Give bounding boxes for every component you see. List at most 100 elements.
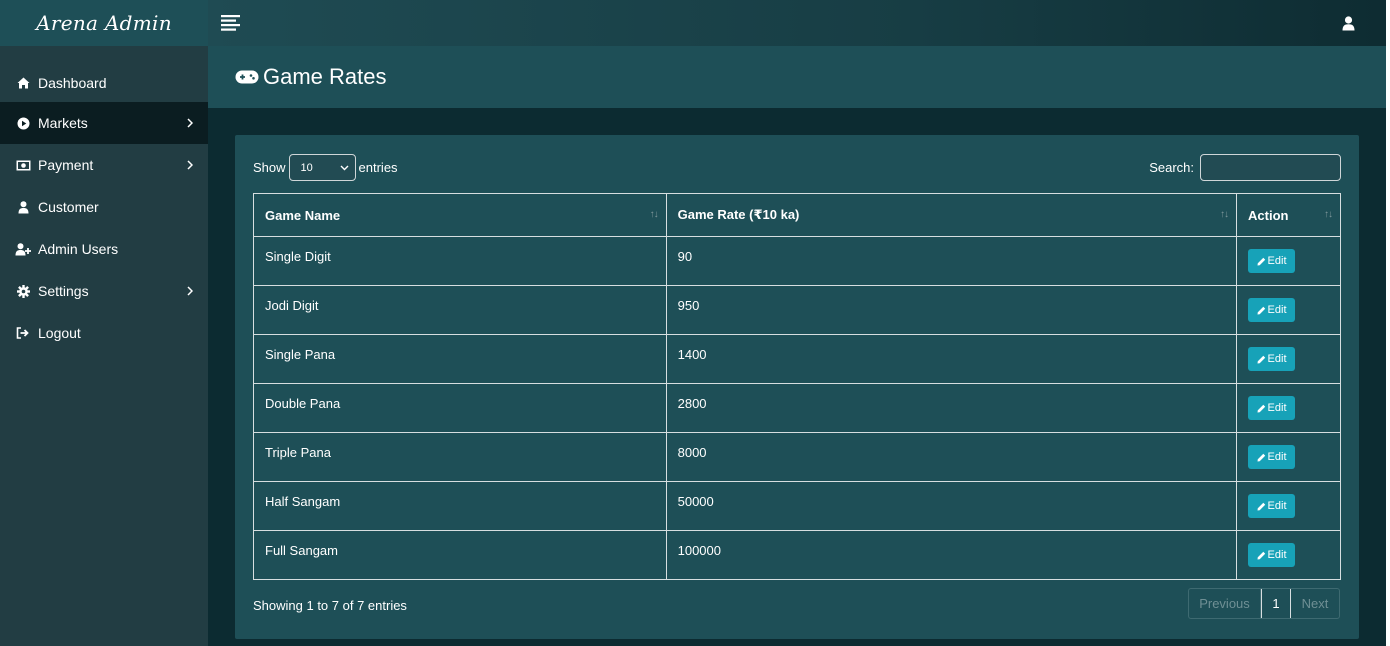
sidebar-nav: Dashboard Markets Payment Customer Admin…	[0, 46, 208, 354]
game-rate-cell: 1400	[665, 334, 1238, 384]
sidebar-item-label: Admin Users	[38, 241, 119, 257]
action-cell: Edit	[1236, 530, 1341, 580]
pagination: Previous 1 Next	[1188, 588, 1340, 619]
table-row: Single Digit 90 Edit	[253, 236, 1341, 286]
game-rates-table: Game Name ↑↓ Game Rate (₹10 ka) ↑↓ Actio…	[253, 193, 1341, 580]
table-row: Full Sangam 100000 Edit	[253, 530, 1341, 580]
search-input[interactable]	[1200, 154, 1341, 181]
previous-page-button[interactable]: Previous	[1189, 589, 1261, 618]
sidebar-item-admin-users[interactable]: Admin Users	[0, 228, 208, 270]
user-menu-icon[interactable]	[1342, 16, 1356, 32]
sidebar: Arena Admin Dashboard Markets Payment Cu…	[0, 0, 208, 646]
chevron-right-icon	[185, 116, 195, 130]
action-cell: Edit	[1236, 383, 1341, 433]
action-cell: Edit	[1236, 334, 1341, 384]
next-page-button[interactable]: Next	[1291, 589, 1339, 618]
edit-button[interactable]: Edit	[1248, 298, 1296, 322]
sidebar-item-label: Settings	[38, 283, 89, 299]
pencil-icon	[1257, 551, 1266, 560]
game-rate-cell: 2800	[665, 383, 1238, 433]
entries-per-page-value: 10	[300, 161, 313, 174]
action-cell: Edit	[1236, 285, 1341, 335]
show-label: Show	[253, 160, 286, 175]
sidebar-item-payment[interactable]: Payment	[0, 144, 208, 186]
user-icon	[15, 200, 31, 214]
table-info: Showing 1 to 7 of 7 entries	[253, 598, 407, 613]
sidebar-item-customer[interactable]: Customer	[0, 186, 208, 228]
gamepad-icon	[235, 69, 259, 85]
sidebar-item-markets[interactable]: Markets	[0, 102, 208, 144]
game-name-cell: Jodi Digit	[253, 285, 667, 335]
game-rate-cell: 50000	[665, 481, 1238, 531]
chevron-right-icon	[185, 158, 195, 172]
game-name-cell: Single Digit	[253, 236, 667, 286]
sidebar-item-label: Dashboard	[38, 75, 107, 91]
pencil-icon	[1257, 453, 1266, 462]
column-header-game-rate[interactable]: Game Rate (₹10 ka) ↑↓	[665, 193, 1238, 237]
sidebar-item-label: Logout	[38, 325, 81, 341]
game-rate-cell: 100000	[665, 530, 1238, 580]
game-name-cell: Full Sangam	[253, 530, 667, 580]
edit-button[interactable]: Edit	[1248, 445, 1296, 469]
pencil-icon	[1257, 306, 1266, 315]
sign-out-icon	[15, 326, 31, 340]
table-row: Jodi Digit 950 Edit	[253, 285, 1341, 335]
edit-button[interactable]: Edit	[1248, 543, 1296, 567]
table-header-row: Game Name ↑↓ Game Rate (₹10 ka) ↑↓ Actio…	[253, 193, 1341, 237]
game-rate-cell: 90	[665, 236, 1238, 286]
play-circle-icon	[15, 116, 31, 130]
pencil-icon	[1257, 257, 1266, 266]
table-row: Single Pana 1400 Edit	[253, 334, 1341, 384]
entries-per-page-select[interactable]: 10	[288, 154, 356, 181]
game-name-cell: Half Sangam	[253, 481, 667, 531]
table-row: Double Pana 2800 Edit	[253, 383, 1341, 433]
sidebar-item-label: Markets	[38, 115, 88, 131]
sidebar-item-label: Customer	[38, 199, 99, 215]
home-icon	[15, 76, 31, 90]
table-row: Triple Pana 8000 Edit	[253, 432, 1341, 482]
table-row: Half Sangam 50000 Edit	[253, 481, 1341, 531]
column-header-game-name[interactable]: Game Name ↑↓	[253, 193, 667, 237]
search-control: Search:	[1149, 154, 1341, 181]
column-header-action[interactable]: Action ↑↓	[1236, 193, 1341, 237]
sidebar-item-label: Payment	[38, 157, 94, 173]
user-plus-icon	[15, 242, 31, 256]
page-1-button[interactable]: 1	[1261, 589, 1291, 618]
entries-label: entries	[358, 160, 398, 175]
edit-button[interactable]: Edit	[1248, 249, 1296, 273]
game-name-cell: Single Pana	[253, 334, 667, 384]
app-window: Arena Admin Dashboard Markets Payment Cu…	[0, 0, 1386, 646]
sidebar-item-dashboard[interactable]: Dashboard	[0, 64, 208, 102]
brand-logo[interactable]: Arena Admin	[0, 0, 208, 46]
sort-icon: ↑↓	[649, 209, 659, 220]
window-edge	[1386, 0, 1390, 646]
edit-button[interactable]: Edit	[1248, 396, 1296, 420]
search-label: Search:	[1149, 160, 1194, 175]
money-icon	[15, 158, 31, 172]
gear-icon	[15, 284, 31, 298]
sort-icon: ↑↓	[1324, 209, 1333, 220]
chevron-down-icon	[340, 162, 349, 174]
sidebar-item-settings[interactable]: Settings	[0, 270, 208, 312]
action-cell: Edit	[1236, 481, 1341, 531]
page-title: Game Rates	[263, 64, 387, 89]
action-cell: Edit	[1236, 236, 1341, 286]
menu-toggle-icon[interactable]	[221, 15, 241, 31]
game-rate-cell: 950	[665, 285, 1238, 335]
edit-button[interactable]: Edit	[1248, 494, 1296, 518]
length-control: Show 10 entries	[253, 154, 398, 181]
page-header: Game Rates	[208, 46, 1386, 108]
top-navbar	[208, 0, 1386, 46]
game-rate-cell: 8000	[665, 432, 1238, 482]
game-rates-card: Show 10 entries Search: Game Name ↑↓ Gam…	[235, 135, 1359, 639]
game-name-cell: Triple Pana	[253, 432, 667, 482]
sort-icon: ↑↓	[1220, 209, 1229, 220]
pencil-icon	[1257, 404, 1266, 413]
chevron-right-icon	[185, 284, 195, 298]
sidebar-item-logout[interactable]: Logout	[0, 312, 208, 354]
action-cell: Edit	[1236, 432, 1341, 482]
pencil-icon	[1257, 355, 1266, 364]
game-name-cell: Double Pana	[253, 383, 667, 433]
pencil-icon	[1257, 502, 1266, 511]
edit-button[interactable]: Edit	[1248, 347, 1296, 371]
